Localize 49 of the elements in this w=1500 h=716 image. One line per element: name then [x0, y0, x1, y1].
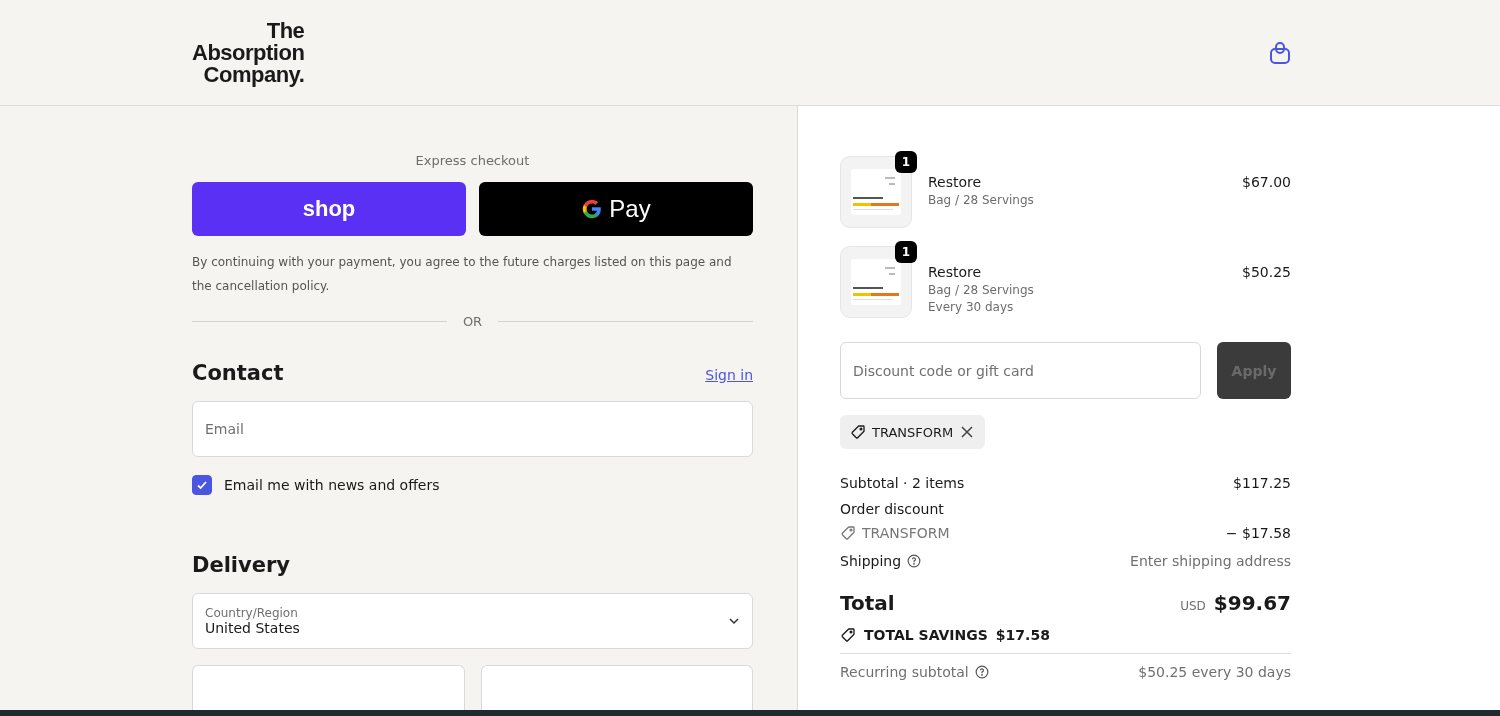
- item-name: Restore: [928, 174, 983, 190]
- total-savings-value: $17.58: [995, 627, 1050, 643]
- discount-code: TRANSFORM: [862, 525, 950, 541]
- email-field[interactable]: Email: [192, 401, 753, 457]
- quantity-badge: 1: [895, 241, 917, 263]
- discount-chip: TRANSFORM: [840, 415, 986, 449]
- item-price: $50.25: [1242, 263, 1291, 282]
- google-g-icon: [581, 198, 604, 220]
- tags-icon: [840, 627, 856, 643]
- order-discount-label: Order discount: [840, 501, 944, 517]
- sign-in-link[interactable]: Sign in: [705, 367, 753, 383]
- country-select[interactable]: Country/Region United States: [192, 593, 753, 649]
- item-detail: Bag / 28 Servings: [928, 283, 1035, 297]
- help-icon[interactable]: [907, 554, 922, 568]
- recurring-subtotal-label: Recurring subtotal: [840, 664, 969, 680]
- item-price: $67.00: [1242, 173, 1291, 192]
- contact-heading: Contact: [192, 361, 284, 385]
- close-icon[interactable]: [959, 424, 976, 440]
- shopping-bag-icon[interactable]: [1269, 40, 1291, 65]
- shipping-value: Enter shipping address: [1130, 553, 1291, 569]
- tag-icon: [840, 525, 856, 541]
- subtotal-value: $117.25: [1233, 475, 1291, 491]
- logo[interactable]: The Absorption Company.: [192, 19, 305, 86]
- newsletter-checkbox[interactable]: [192, 475, 212, 495]
- name-field[interactable]: [480, 665, 753, 710]
- newsletter-label: Email me with news and offers: [224, 477, 440, 493]
- total-label: Total: [840, 591, 895, 615]
- help-icon[interactable]: [974, 665, 989, 679]
- shop-pay-button[interactable]: shop: [192, 182, 466, 236]
- discount-amount: − $17.58: [1225, 525, 1291, 541]
- item-detail: Bag / 28 Servings: [928, 193, 1035, 207]
- item-name: Restore: [928, 264, 983, 280]
- check-icon: [196, 479, 208, 491]
- tag-icon: [850, 424, 866, 440]
- delivery-heading: Delivery: [192, 553, 291, 577]
- chevron-down-icon: [728, 615, 740, 627]
- quantity-badge: 1: [895, 151, 917, 173]
- shipping-label: Shipping: [840, 553, 902, 569]
- total-value: $99.67: [1213, 591, 1291, 615]
- total-savings-label: TOTAL SAVINGS: [864, 627, 988, 643]
- recurring-subtotal-value: $50.25 every 30 days: [1138, 664, 1291, 680]
- payment-disclaimer: By continuing with your payment, you agree to the future charges listed on this page and the cancellation policy.: [192, 254, 733, 295]
- item-detail: Every 30 days: [928, 300, 1015, 314]
- express-checkout-title: Express checkout: [414, 153, 531, 168]
- or-divider-label: OR: [462, 314, 483, 329]
- currency-label: USD: [1180, 599, 1206, 613]
- name-field[interactable]: [192, 665, 465, 710]
- subtotal-label: Subtotal · 2 items: [840, 475, 965, 491]
- google-pay-button[interactable]: Pay: [479, 182, 753, 236]
